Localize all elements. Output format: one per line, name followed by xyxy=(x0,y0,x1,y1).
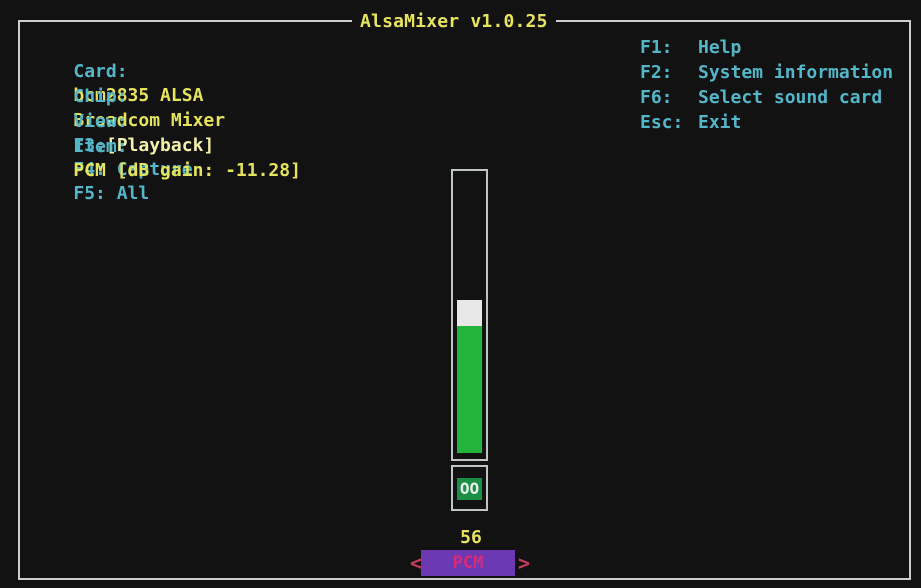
item-row: Item: PCM [dB gain: -11.28] xyxy=(30,111,301,207)
item-value: PCM [dB gain: -11.28] xyxy=(73,160,301,181)
exit-label[interactable]: Exit xyxy=(698,111,741,135)
system-info-key[interactable]: F2: xyxy=(640,61,698,85)
item-label: Item: xyxy=(73,136,128,157)
pcm-volume-value: 56 xyxy=(460,527,482,548)
pcm-mute-toggle[interactable]: OO xyxy=(457,478,482,500)
alsamixer-window: AlsaMixer v1.0.25 Card: bcm2835 ALSA Chi… xyxy=(0,0,921,588)
exit-key[interactable]: Esc: xyxy=(640,111,698,135)
pcm-volume-level-fill xyxy=(457,326,482,453)
select-sound-card-label[interactable]: Select sound card xyxy=(698,86,882,110)
help-label[interactable]: Help xyxy=(698,36,741,60)
system-info-label[interactable]: System information xyxy=(698,61,893,85)
select-sound-card-key[interactable]: F6: xyxy=(640,86,698,110)
pcm-volume-level-cap xyxy=(457,300,482,326)
right-arrow-icon: > xyxy=(518,551,531,575)
help-key[interactable]: F1: xyxy=(640,36,698,60)
pcm-control-label[interactable]: PCM xyxy=(421,550,515,576)
app-title: AlsaMixer v1.0.25 xyxy=(352,10,556,34)
